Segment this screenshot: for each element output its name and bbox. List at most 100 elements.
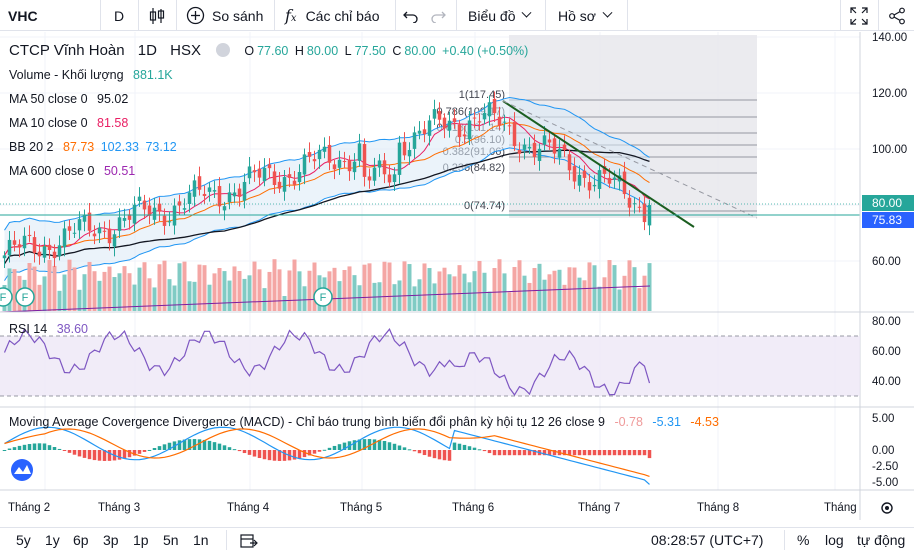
time-axis[interactable]: Tháng 2 Tháng 3 Tháng 4 Tháng 5 Tháng 6 Tháng… <box>8 502 893 514</box>
candle-body <box>292 180 297 185</box>
range-3p[interactable]: 3p <box>103 532 119 548</box>
range-1y[interactable]: 1y <box>45 532 60 548</box>
candle-body <box>542 135 547 145</box>
volume-bar <box>537 263 542 311</box>
macd-bar <box>457 443 462 450</box>
redo-button[interactable] <box>430 0 446 31</box>
clock-time[interactable]: 08:28:57 (UTC+7) <box>651 532 763 548</box>
volume-bar <box>467 282 472 311</box>
earnings-marker[interactable]: F <box>15 287 35 307</box>
range-1p[interactable]: 1p <box>133 532 149 548</box>
macd-bar <box>642 450 647 456</box>
volume-bar <box>607 260 612 311</box>
price-axis[interactable]: 140.00 120.00 100.00 60.00 80.00 60.00 40.00 5.… <box>872 32 907 489</box>
volume-bar <box>177 263 182 311</box>
rsi-legend[interactable]: RSI 14 38.60 <box>9 322 91 336</box>
gear-icon[interactable] <box>881 502 893 514</box>
share-button[interactable] <box>888 0 906 31</box>
macd-bar <box>647 450 652 459</box>
chevron-down-icon <box>522 7 532 18</box>
macd-bar <box>612 450 617 456</box>
volume-bar <box>612 265 617 311</box>
symbol-search[interactable]: VHC <box>8 0 38 31</box>
fullscreen-button[interactable] <box>850 0 868 31</box>
indicators-button[interactable]: fx Các chỉ báo <box>285 0 380 31</box>
macd-signal-value: -4.53 <box>690 415 719 429</box>
candle-body <box>222 206 227 211</box>
divider <box>274 0 275 31</box>
candle-body <box>597 170 602 190</box>
candle-body <box>2 255 7 259</box>
close-value: 80.00 <box>404 44 436 58</box>
chart-area[interactable]: 1(117.45)0.786(109.17)0.618(101.14)0.5(9… <box>0 32 914 520</box>
macd-label: Moving Average Covergence Divergence (MA… <box>9 415 605 429</box>
macd-bar <box>637 450 642 456</box>
volume-bar <box>557 269 562 311</box>
candle-body <box>272 171 277 185</box>
range-5n[interactable]: 5n <box>163 532 179 548</box>
macd-legend[interactable]: Moving Average Covergence Divergence (MA… <box>9 415 722 429</box>
earnings-marker[interactable]: F <box>0 287 13 307</box>
candle-body <box>197 176 202 190</box>
bb-legend[interactable]: BB 20 2 87.73 102.33 73.12 <box>9 140 180 154</box>
rsi-tick: 60.00 <box>872 346 901 358</box>
rsi-tick: 40.00 <box>872 376 901 388</box>
candle-body <box>32 237 37 253</box>
candle-body <box>262 167 267 182</box>
volume-bar <box>182 261 187 311</box>
compare-button[interactable]: So sánh <box>186 0 263 31</box>
chart-type-menu[interactable]: Biểu đồ <box>468 0 532 31</box>
price-chart[interactable]: 1(117.45)0.786(109.17)0.618(101.14)0.5(9… <box>0 32 914 520</box>
auto-toggle[interactable]: tự động <box>857 532 905 548</box>
volume-bar <box>237 271 242 311</box>
macd-bar <box>312 450 317 454</box>
undo-button[interactable] <box>403 0 419 31</box>
low-value: 77.50 <box>354 44 386 58</box>
volume-bar <box>222 271 227 311</box>
volume-bar <box>247 275 252 311</box>
earnings-marker[interactable]: F <box>313 287 333 307</box>
volume-legend[interactable]: Volume - Khối lượng 881.1K <box>9 68 176 82</box>
macd-bar <box>227 447 232 450</box>
macd-bar <box>437 450 442 460</box>
percent-toggle[interactable]: % <box>797 532 809 548</box>
volume-bar <box>562 284 567 311</box>
legend-settings-icon[interactable] <box>216 43 231 57</box>
macd-bar <box>232 449 237 451</box>
volume-bar <box>122 266 127 311</box>
function-icon: fx <box>285 6 297 25</box>
candle-body <box>302 154 307 175</box>
volume-bar <box>52 265 57 311</box>
macd-bar <box>142 450 147 452</box>
macd-bar <box>482 450 487 452</box>
volume-bar <box>632 267 637 311</box>
volume-bar <box>77 289 82 311</box>
interval-button[interactable]: D <box>114 0 124 31</box>
volume-bar <box>277 269 282 311</box>
candle-body <box>37 251 42 257</box>
ma600-legend[interactable]: MA 600 close 0 50.51 <box>9 164 138 178</box>
macd-bar <box>17 445 22 450</box>
macd-bar <box>402 447 407 450</box>
volume-bar <box>472 271 477 311</box>
chart-type-label: Biểu đồ <box>468 7 516 24</box>
candle-body <box>582 170 587 178</box>
chart-style-button[interactable] <box>148 0 166 31</box>
log-toggle[interactable]: log <box>825 532 844 548</box>
candle-body <box>402 141 407 156</box>
volume-bar <box>127 273 132 311</box>
range-1n[interactable]: 1n <box>193 532 209 548</box>
candle-body <box>277 181 282 189</box>
macd-bar <box>82 450 87 458</box>
chart-logo[interactable] <box>11 459 33 481</box>
candle-body <box>47 244 52 250</box>
candle-body <box>587 182 592 191</box>
ma10-legend[interactable]: MA 10 close 0 81.58 <box>9 116 131 130</box>
candle-body <box>612 177 617 180</box>
goto-date-button[interactable] <box>240 533 258 552</box>
volume-bar <box>167 279 172 311</box>
range-6p[interactable]: 6p <box>73 532 89 548</box>
range-5y[interactable]: 5y <box>16 532 31 548</box>
ma50-legend[interactable]: MA 50 close 0 95.02 <box>9 92 131 106</box>
profile-menu[interactable]: Hồ sơ <box>558 0 613 31</box>
